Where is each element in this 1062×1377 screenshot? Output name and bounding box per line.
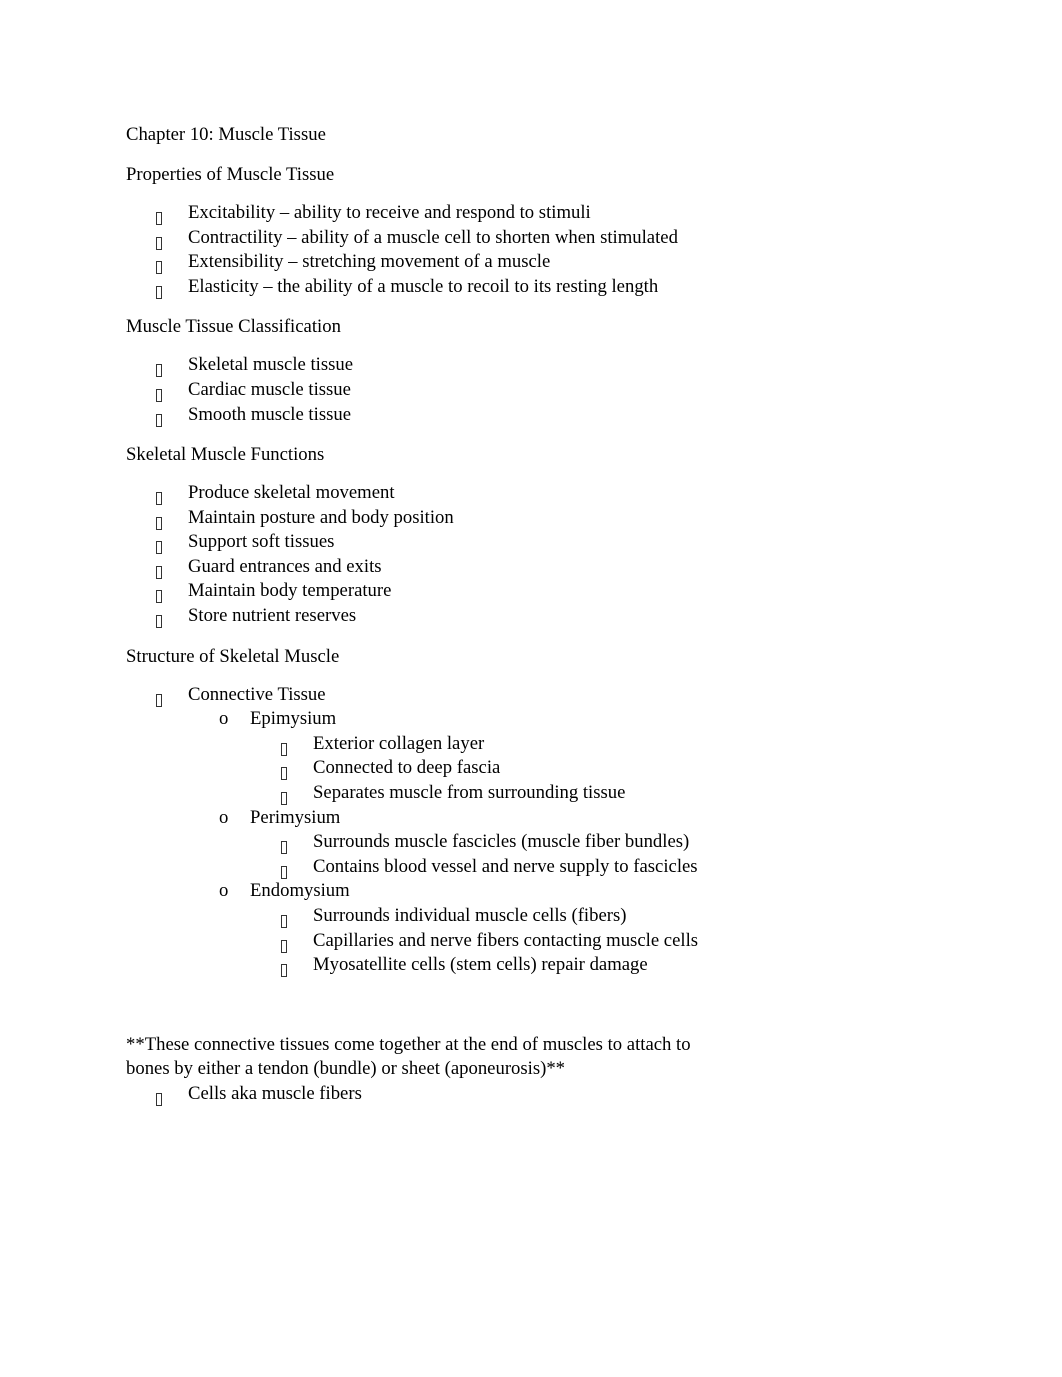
cells-list: Cells aka muscle fibers bbox=[126, 1082, 716, 1107]
list-item: Maintain posture and body position bbox=[126, 506, 716, 531]
list-item: Excitability – ability to receive and re… bbox=[126, 201, 716, 226]
list-item: Smooth muscle tissue bbox=[126, 403, 716, 428]
properties-list: Excitability – ability to receive and re… bbox=[126, 201, 716, 299]
list-item: Maintain body temperature bbox=[126, 579, 716, 604]
bullet-icon bbox=[156, 506, 162, 531]
functions-list: Produce skeletal movement Maintain postu… bbox=[126, 481, 716, 629]
circle-bullet-icon: o bbox=[219, 880, 229, 902]
bullet-icon bbox=[156, 403, 162, 428]
document-page: Chapter 10: Muscle Tissue Properties of … bbox=[0, 0, 1062, 1377]
bullet-icon bbox=[281, 781, 287, 806]
list-item: Skeletal muscle tissue bbox=[126, 353, 716, 378]
section-heading-structure: Structure of Skeletal Muscle bbox=[126, 645, 340, 667]
bullet-icon bbox=[281, 953, 287, 978]
list-item: Capillaries and nerve fibers contacting … bbox=[250, 929, 716, 954]
list-item: Produce skeletal movement bbox=[126, 481, 716, 506]
bullet-icon bbox=[281, 904, 287, 929]
document-body: Chapter 10: Muscle Tissue Properties of … bbox=[126, 123, 716, 1107]
connective-tissue-note: **These connective tissues come together… bbox=[126, 1033, 691, 1080]
bullet-icon bbox=[156, 250, 162, 275]
list-item-epimysium: o Epimysium Exterior collagen layer Conne… bbox=[188, 707, 716, 806]
connective-tissue-sublist: o Epimysium Exterior collagen layer Conne… bbox=[188, 707, 716, 978]
epimysium-sublist: Exterior collagen layer Connected to dee… bbox=[250, 732, 716, 806]
section-heading-functions: Skeletal Muscle Functions bbox=[126, 444, 325, 466]
list-item-perimysium: o Perimysium Surrounds muscle fascicles (… bbox=[188, 806, 716, 880]
list-item-connective-tissue: Connective Tissue o Epimysium Exterior co… bbox=[126, 683, 716, 978]
bullet-icon bbox=[156, 226, 162, 251]
list-item: Surrounds muscle fascicles (muscle fiber… bbox=[250, 830, 716, 855]
list-item: Separates muscle from surrounding tissue bbox=[250, 781, 716, 806]
bullet-icon bbox=[156, 378, 162, 403]
bullet-icon bbox=[156, 201, 162, 226]
list-item: Support soft tissues bbox=[126, 530, 716, 555]
structure-list: Connective Tissue o Epimysium Exterior co… bbox=[126, 683, 716, 978]
bullet-icon bbox=[156, 683, 162, 708]
endomysium-sublist: Surrounds individual muscle cells (fiber… bbox=[250, 904, 716, 978]
list-item: Cells aka muscle fibers bbox=[126, 1082, 716, 1107]
list-item: Myosatellite cells (stem cells) repair d… bbox=[250, 953, 716, 978]
list-item: Extensibility – stretching movement of a… bbox=[126, 250, 716, 275]
list-item: Elasticity – the ability of a muscle to … bbox=[126, 275, 716, 300]
bullet-icon bbox=[156, 1082, 162, 1107]
bullet-icon bbox=[156, 353, 162, 378]
list-item: Contains blood vessel and nerve supply t… bbox=[250, 855, 716, 880]
bullet-icon bbox=[281, 756, 287, 781]
list-item: Surrounds individual muscle cells (fiber… bbox=[250, 904, 716, 929]
classification-list: Skeletal muscle tissue Cardiac muscle ti… bbox=[126, 353, 716, 427]
bullet-icon bbox=[281, 732, 287, 757]
list-item: Exterior collagen layer bbox=[250, 732, 716, 757]
list-item: Guard entrances and exits bbox=[126, 555, 716, 580]
list-item: Connected to deep fascia bbox=[250, 756, 716, 781]
list-item: Cardiac muscle tissue bbox=[126, 378, 716, 403]
bullet-icon bbox=[156, 555, 162, 580]
bullet-icon bbox=[156, 275, 162, 300]
circle-bullet-icon: o bbox=[219, 708, 229, 730]
bullet-icon bbox=[156, 579, 162, 604]
list-item: Store nutrient reserves bbox=[126, 604, 716, 629]
bullet-icon bbox=[156, 604, 162, 629]
list-item: Contractility – ability of a muscle cell… bbox=[126, 226, 716, 251]
bullet-icon bbox=[156, 530, 162, 555]
section-heading-properties: Properties of Muscle Tissue bbox=[126, 163, 335, 185]
perimysium-sublist: Surrounds muscle fascicles (muscle fiber… bbox=[250, 830, 716, 879]
bullet-icon bbox=[281, 855, 287, 880]
bullet-icon bbox=[156, 481, 162, 506]
list-item-endomysium: o Endomysium Surrounds individual muscle … bbox=[188, 879, 716, 978]
bullet-icon bbox=[281, 830, 287, 855]
circle-bullet-icon: o bbox=[219, 806, 229, 828]
bullet-icon bbox=[281, 929, 287, 954]
document-title: Chapter 10: Muscle Tissue bbox=[126, 124, 326, 145]
section-heading-classification: Muscle Tissue Classification bbox=[126, 316, 341, 338]
